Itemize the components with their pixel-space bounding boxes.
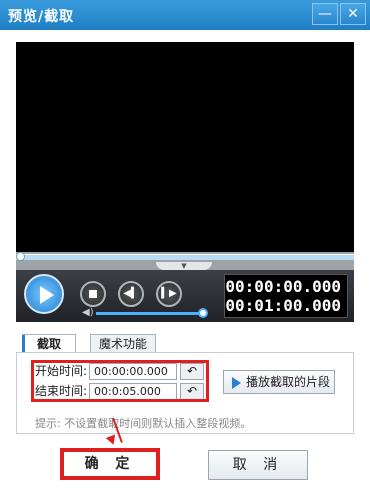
title-bar: 预览/截取 — ✕ xyxy=(0,0,370,30)
annotation-arrow-head xyxy=(105,434,119,447)
video-player: ▼ ◀▍ ▍▶ ◀) 00:00:00.000 00:01:00.000 xyxy=(16,42,354,322)
total-time: 00:01:00.000 xyxy=(225,296,341,315)
next-frame-button[interactable]: ▍▶ xyxy=(156,281,182,307)
volume-slider[interactable] xyxy=(96,312,202,315)
stop-button[interactable] xyxy=(80,281,106,307)
close-button[interactable]: ✕ xyxy=(340,3,366,25)
volume-icon[interactable]: ◀) xyxy=(82,308,94,318)
stop-icon xyxy=(89,290,97,298)
current-time: 00:00:00.000 xyxy=(225,277,341,296)
player-controls: ◀▍ ▍▶ ◀) 00:00:00.000 00:01:00.000 xyxy=(16,270,354,322)
seek-thumb[interactable] xyxy=(16,252,25,261)
cut-panel: 开始时间: 00:00:00.000 ↶ 结束时间: 00:0:05.000 ↶… xyxy=(16,352,354,434)
video-preview xyxy=(16,42,354,252)
volume-thumb[interactable] xyxy=(198,308,208,318)
ok-button[interactable]: 确 定 xyxy=(60,448,160,480)
minimize-button[interactable]: — xyxy=(312,3,338,25)
time-display: 00:00:00.000 00:01:00.000 xyxy=(224,274,348,318)
prev-frame-button[interactable]: ◀▍ xyxy=(118,281,144,307)
tab-magic[interactable]: 魔术功能 xyxy=(90,334,156,354)
play-button[interactable] xyxy=(24,274,64,314)
play-clip-label: 播放截取的片段 xyxy=(246,375,331,389)
seek-bar[interactable] xyxy=(16,254,354,260)
tab-bar: 截取 魔术功能 xyxy=(16,334,354,354)
collapse-handle[interactable]: ▼ xyxy=(156,262,212,270)
tip-text: 提示: 不设置截取时间则默认插入整段视频。 xyxy=(35,417,252,430)
chevron-down-icon: ▼ xyxy=(181,262,187,270)
minimize-icon: — xyxy=(318,6,332,22)
highlight-box xyxy=(31,360,209,402)
next-frame-icon: ▍▶ xyxy=(161,288,177,299)
play-icon xyxy=(232,377,241,389)
play-clip-button[interactable]: 播放截取的片段 xyxy=(223,370,335,394)
prev-frame-icon: ◀▍ xyxy=(123,288,139,299)
close-icon: ✕ xyxy=(347,6,359,22)
window-title: 预览/截取 xyxy=(8,9,75,25)
tab-cut[interactable]: 截取 xyxy=(22,334,76,354)
play-icon xyxy=(40,286,54,304)
cancel-button[interactable]: 取 消 xyxy=(208,450,308,480)
